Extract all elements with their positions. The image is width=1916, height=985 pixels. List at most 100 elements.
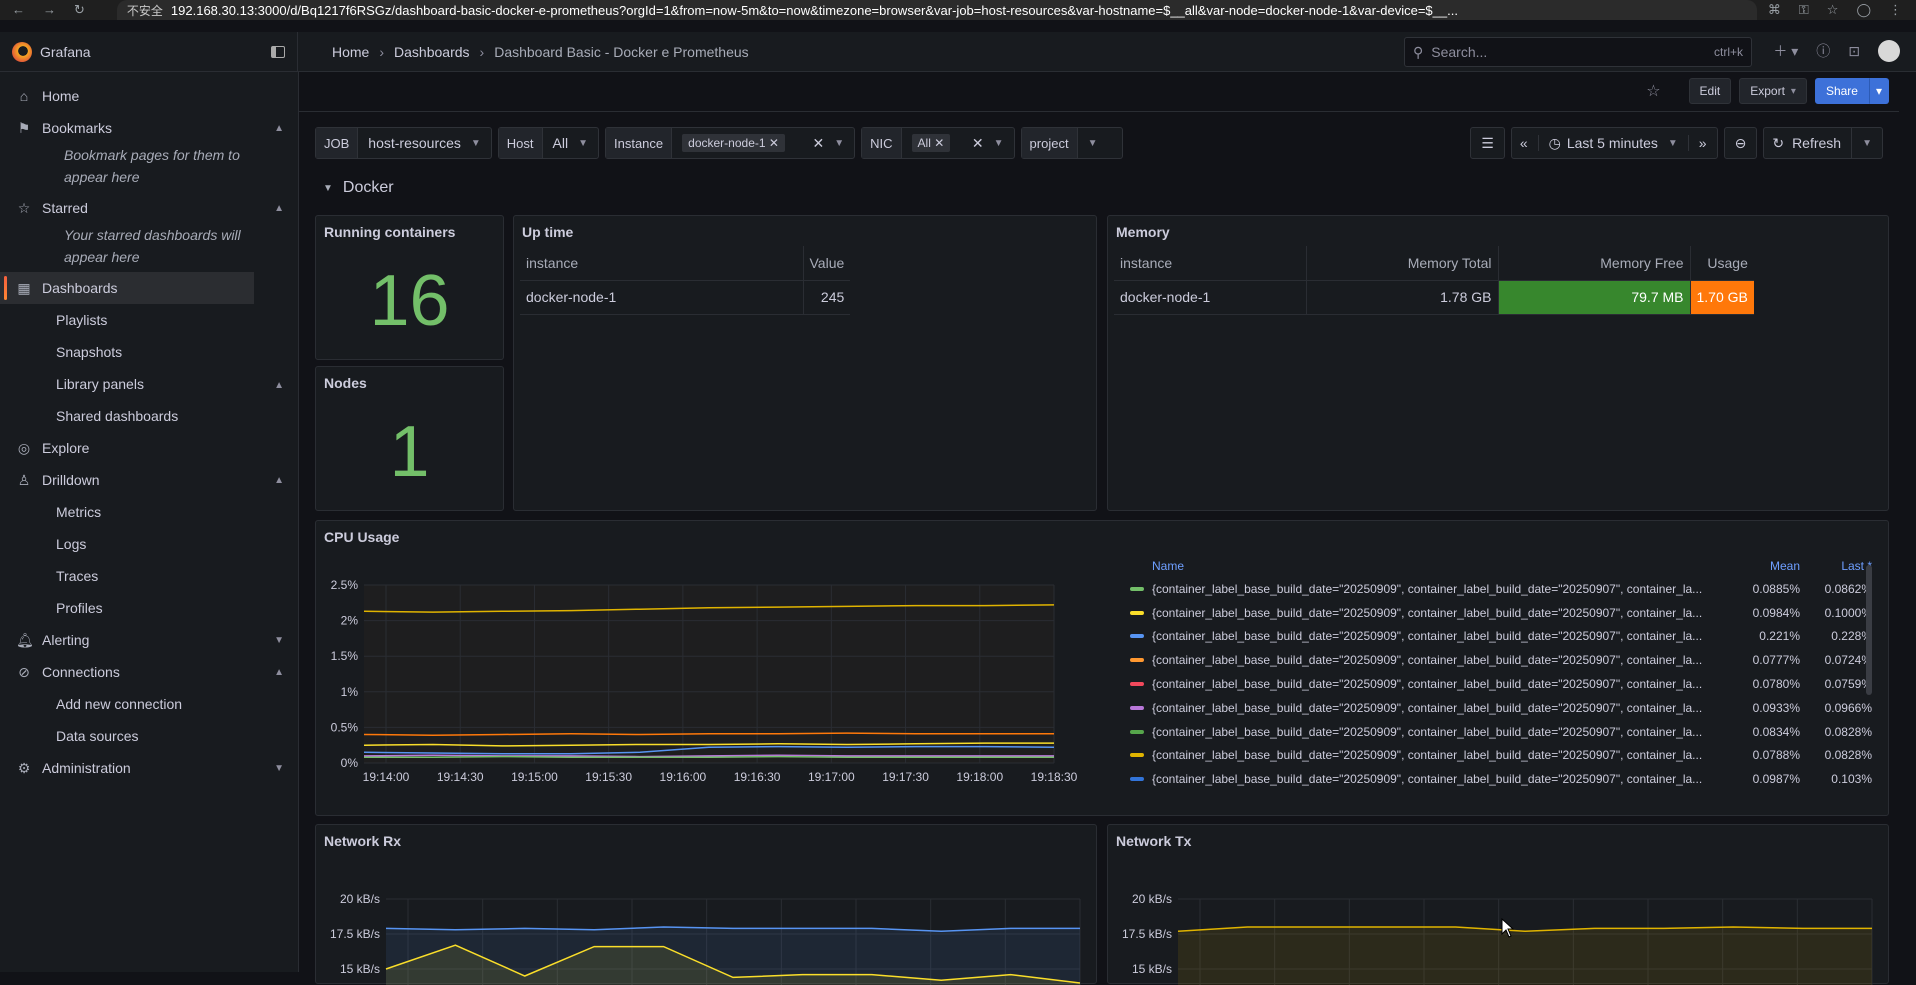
sidebar-item-home[interactable]: ⌂ Home [0, 80, 298, 112]
legend-item[interactable]: {container_label_base_build_date="202509… [1130, 696, 1872, 720]
host-select[interactable]: All ▼ [543, 128, 598, 158]
app-logo[interactable]: Grafana [0, 32, 298, 71]
cpu-usage-chart[interactable]: 2.5% 2% 1.5% 1% 0.5% 0% 19:14:00 19:14:30 19:15:… [316, 551, 1096, 811]
help-icon[interactable]: ⓘ [1816, 41, 1830, 61]
remove-icon[interactable]: ✕ [769, 136, 779, 150]
sidebar-item-alerting[interactable]: 🔔︎ Alerting ▼ [0, 624, 298, 656]
reload-icon[interactable]: ↻ [74, 2, 85, 18]
menu-icon[interactable]: ⋮ [1889, 2, 1902, 18]
sidebar-item-data-sources[interactable]: Data sources [0, 720, 298, 752]
project-variable[interactable]: project ▼ [1020, 127, 1123, 159]
network-tx-panel[interactable]: Network Tx 20 kB/s 17.5 kB/s 15 kB/s [1107, 824, 1889, 985]
key-icon[interactable]: ⚿ [1799, 2, 1809, 18]
chevron-down-icon[interactable]: ▼ [274, 763, 284, 774]
instance-select[interactable]: docker-node-1 ✕ ✕ ▼ [672, 128, 854, 158]
job-variable[interactable]: JOB host-resources ▼ [315, 127, 492, 159]
insecure-badge[interactable]: 不安全 [127, 2, 163, 19]
row-header[interactable]: ▼ Docker [323, 179, 394, 197]
cpu-usage-panel[interactable]: CPU Usage 2.5% 2% 1.5% 1% 0.5% 0% 19:14:00 19:1… [315, 520, 1889, 816]
network-tx-chart[interactable]: 20 kB/s 17.5 kB/s 15 kB/s [1108, 855, 1888, 985]
sidebar-item-playlists[interactable]: Playlists [0, 304, 298, 336]
memory-panel[interactable]: Memory instance Memory Total Memory Free… [1107, 215, 1889, 511]
sidebar-item-drilldown[interactable]: ♙ Drilldown ▲ [0, 464, 298, 496]
sidebar-item-dashboards[interactable]: ▦ Dashboards [0, 272, 254, 304]
job-select[interactable]: host-resources ▼ [358, 128, 491, 158]
network-rx-chart[interactable]: 20 kB/s 17.5 kB/s 15 kB/s [316, 855, 1096, 985]
chevron-down-icon[interactable]: ▼ [1851, 128, 1882, 158]
breadcrumb-dashboards[interactable]: Dashboards [394, 44, 470, 60]
column-header[interactable]: Usage [1689, 246, 1754, 281]
legend-scrollbar[interactable] [1866, 565, 1872, 695]
sidebar-item-add-new-connection[interactable]: Add new connection [0, 688, 298, 720]
project-select[interactable]: ▼ [1078, 128, 1122, 158]
nic-select[interactable]: All ✕ ✕ ▼ [902, 128, 1014, 158]
legend-item[interactable]: {container_label_base_build_date="202509… [1130, 672, 1872, 696]
zoom-out-button[interactable]: ⊖ [1723, 127, 1758, 159]
shift-forward-icon[interactable]: » [1687, 135, 1717, 151]
legend-item[interactable]: {container_label_base_build_date="202509… [1130, 720, 1872, 744]
star-icon[interactable]: ☆ [1827, 2, 1839, 18]
breadcrumb-home[interactable]: Home [332, 44, 369, 60]
dock-menu-icon[interactable] [271, 45, 285, 58]
address-bar[interactable]: 不安全 192.168.30.13:3000/d/Bq1217f6RSGz/da… [116, 0, 1757, 20]
clear-icon[interactable]: ✕ [813, 135, 825, 152]
sidebar-item-snapshots[interactable]: Snapshots [0, 336, 298, 368]
instance-variable[interactable]: Instance docker-node-1 ✕ ✕ ▼ [605, 127, 856, 159]
edit-button[interactable]: Edit [1688, 78, 1732, 104]
chevron-up-icon[interactable]: ▲ [274, 203, 284, 214]
legend-last-header[interactable]: Last * [1800, 559, 1872, 577]
chevron-up-icon[interactable]: ▲ [274, 475, 284, 486]
sidebar-item-connections[interactable]: ⊘ Connections ▲ [0, 656, 298, 688]
mark-favorite-icon[interactable]: ☆ [1646, 81, 1660, 101]
chevron-up-icon[interactable]: ▲ [274, 123, 284, 134]
sidebar-item-traces[interactable]: Traces [0, 560, 298, 592]
add-icon[interactable]: ＋ ▾ [1773, 41, 1798, 61]
legend-mean-header[interactable]: Mean [1728, 559, 1800, 577]
refresh-button[interactable]: ↻ Refresh ▼ [1763, 127, 1883, 159]
sidebar-item-starred[interactable]: ☆ Starred ▲ [0, 192, 298, 224]
column-header[interactable]: Memory Total [1305, 246, 1498, 281]
sidebar-item-shared-dashboards[interactable]: Shared dashboards [0, 400, 298, 432]
column-header[interactable]: Value [802, 246, 851, 281]
sidebar-item-administration[interactable]: ⚙ Administration ▼ [0, 752, 298, 784]
legend-item[interactable]: {container_label_base_build_date="202509… [1130, 625, 1872, 649]
chevron-down-icon[interactable]: ▼ [323, 183, 333, 194]
network-rx-panel[interactable]: Network Rx 20 kB/s 17.5 kB/s 15 kB/s [315, 824, 1097, 985]
sidebar-item-library-panels[interactable]: Library panels [0, 368, 298, 400]
chevron-up-icon[interactable]: ▲ [274, 667, 284, 678]
running-containers-panel[interactable]: Running containers 16 [315, 215, 504, 360]
search-input[interactable]: ⚲ Search... ctrl+k [1404, 37, 1752, 67]
sidebar-item-profiles[interactable]: Profiles [0, 592, 298, 624]
export-button[interactable]: Export ▾ [1739, 78, 1807, 104]
share-button[interactable]: Share [1814, 78, 1869, 104]
legend-item[interactable]: {container_label_base_build_date="202509… [1130, 744, 1872, 768]
legend-name-header[interactable]: Name [1152, 559, 1728, 577]
forward-icon[interactable]: → [43, 2, 56, 18]
legend-item[interactable]: {container_label_base_build_date="202509… [1130, 767, 1872, 791]
news-icon[interactable]: ⊡ [1848, 43, 1860, 60]
url-text[interactable]: 192.168.30.13:3000/d/Bq1217f6RSGz/dashbo… [171, 3, 1458, 18]
clear-icon[interactable]: ✕ [972, 135, 984, 152]
time-range-picker[interactable]: « ◷ Last 5 minutes ▼ » [1510, 127, 1718, 159]
column-header[interactable]: Memory Free [1497, 246, 1690, 281]
shift-back-icon[interactable]: « [1520, 135, 1539, 151]
profile-icon[interactable]: ◯ [1856, 2, 1871, 18]
nic-chip[interactable]: All ✕ [911, 134, 951, 152]
back-icon[interactable]: ← [12, 2, 25, 18]
nic-variable[interactable]: NIC All ✕ ✕ ▼ [861, 127, 1015, 159]
legend-item[interactable]: {container_label_base_build_date="202509… [1130, 601, 1872, 625]
legend-item[interactable]: {container_label_base_build_date="202509… [1130, 648, 1872, 672]
translate-icon[interactable]: ⌘ [1768, 2, 1781, 18]
avatar[interactable] [1878, 40, 1900, 62]
sidebar-item-explore[interactable]: ◎ Explore [0, 432, 298, 464]
hide-variables-button[interactable]: ☰ [1470, 127, 1505, 159]
remove-icon[interactable]: ✕ [934, 136, 944, 150]
legend-item[interactable]: {container_label_base_build_date="202509… [1130, 577, 1872, 601]
chevron-down-icon[interactable]: ▼ [274, 635, 284, 646]
host-variable[interactable]: Host All ▼ [497, 127, 599, 159]
sidebar-item-logs[interactable]: Logs [0, 528, 298, 560]
column-header[interactable]: instance [1114, 246, 1306, 281]
uptime-panel[interactable]: Up time instance Value docker-node-1 245 [513, 215, 1097, 511]
sidebar-item-metrics[interactable]: Metrics [0, 496, 298, 528]
instance-chip[interactable]: docker-node-1 ✕ [682, 134, 785, 152]
